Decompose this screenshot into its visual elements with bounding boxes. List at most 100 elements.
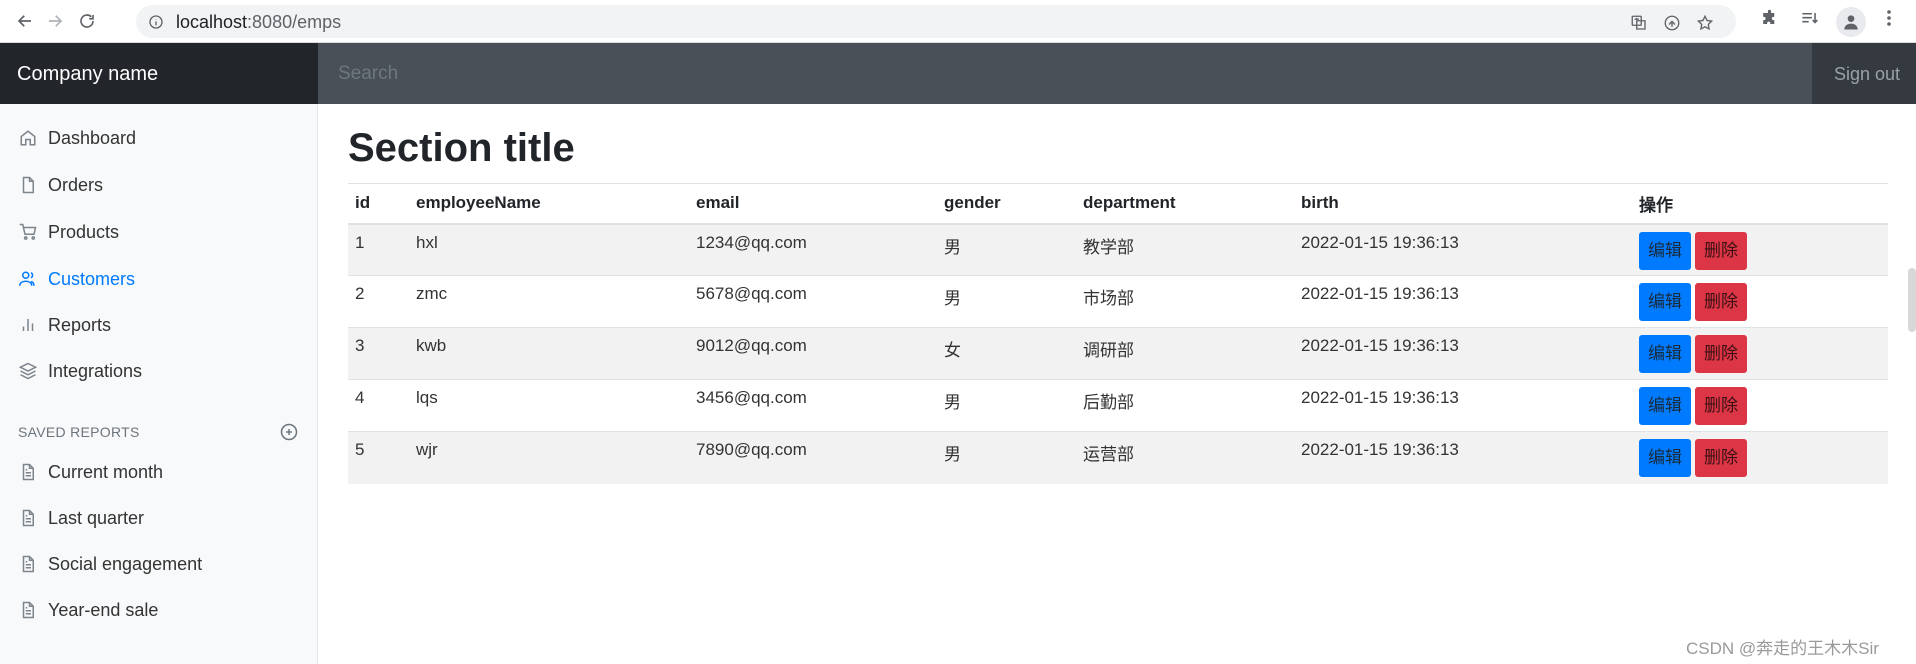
sidebar-item-reports[interactable]: Reports	[0, 305, 318, 345]
scrollbar-handle[interactable]	[1908, 268, 1916, 332]
browser-menu-icon[interactable]	[1886, 9, 1892, 32]
extensions-puzzle-icon[interactable]	[1760, 9, 1779, 33]
back-button[interactable]	[12, 8, 38, 34]
column-header-gender: gender	[937, 183, 1076, 225]
edit-button[interactable]: 编辑	[1639, 335, 1691, 373]
column-header-email: email	[689, 183, 937, 225]
saved-reports-heading: SAVED REPORTS	[18, 424, 140, 440]
cell-id: 1	[348, 223, 409, 276]
file-text-icon	[18, 508, 38, 528]
delete-button[interactable]: 删除	[1695, 387, 1747, 425]
cell-actions: 编辑 删除	[1632, 275, 1888, 328]
watermark: CSDN @奔走的王木木Sir	[1686, 639, 1879, 658]
arrow-right-icon	[49, 15, 63, 27]
column-header-actions: 操作	[1632, 183, 1888, 225]
cell-gender: 男	[937, 275, 1076, 328]
cell-birth: 2022-01-15 19:36:13	[1294, 327, 1632, 380]
sidebar-item-products[interactable]: Products	[0, 212, 318, 252]
address-bar[interactable]: localhost:8080/emps	[136, 5, 1736, 38]
sidebar-item-label: Dashboard	[48, 127, 137, 148]
cell-birth: 2022-01-15 19:36:13	[1294, 431, 1632, 484]
delete-button[interactable]: 删除	[1695, 283, 1747, 321]
sidebar-item-label: Current month	[48, 461, 164, 482]
edit-button[interactable]: 编辑	[1639, 439, 1691, 477]
cell-email: 3456@qq.com	[689, 379, 937, 432]
cell-gender: 男	[937, 431, 1076, 484]
add-report-button[interactable]	[278, 421, 300, 443]
page-title: Section title	[348, 126, 575, 170]
cell-id: 4	[348, 379, 409, 432]
cell-department: 后勤部	[1076, 379, 1294, 432]
sidebar-item-current-month[interactable]: Current month	[0, 452, 318, 492]
bar-chart-icon	[18, 315, 38, 335]
cell-gender: 女	[937, 327, 1076, 380]
table-row: 2 zmc 5678@qq.com 男 市场部 2022-01-15 19:36…	[348, 275, 1888, 328]
table-row: 5 wjr 7890@qq.com 男 运营部 2022-01-15 19:36…	[348, 431, 1888, 484]
sidebar-item-label: Year-end sale	[48, 599, 159, 620]
cell-email: 1234@qq.com	[689, 223, 937, 276]
brand-logo[interactable]: Company name	[0, 43, 318, 104]
sidebar-item-year-end-sale[interactable]: Year-end sale	[0, 590, 318, 630]
cell-birth: 2022-01-15 19:36:13	[1294, 275, 1632, 328]
sidebar-item-label: Customers	[48, 268, 136, 289]
reload-button[interactable]	[74, 8, 100, 34]
table-header-row: id employeeName email gender department …	[348, 183, 1888, 225]
layers-icon	[18, 361, 38, 381]
cell-email: 9012@qq.com	[689, 327, 937, 380]
top-navbar: Company name Sign out	[0, 43, 1916, 104]
reading-list-icon[interactable]	[1800, 9, 1819, 33]
sidebar-item-label: Reports	[48, 314, 112, 335]
cell-department: 市场部	[1076, 275, 1294, 328]
sidebar-item-customers[interactable]: Customers	[0, 259, 318, 299]
cell-birth: 2022-01-15 19:36:13	[1294, 223, 1632, 276]
cell-employee-name: wjr	[409, 431, 689, 484]
column-header-department: department	[1076, 183, 1294, 225]
cell-department: 调研部	[1076, 327, 1294, 380]
file-text-icon	[18, 554, 38, 574]
sidebar-item-label: Last quarter	[48, 507, 145, 528]
column-header-id: id	[348, 183, 409, 225]
sidebar-item-label: Integrations	[48, 360, 143, 381]
table-row: 4 lqs 3456@qq.com 男 后勤部 2022-01-15 19:36…	[348, 379, 1888, 432]
sidebar-item-label: Products	[48, 221, 120, 242]
table-row: 3 kwb 9012@qq.com 女 调研部 2022-01-15 19:36…	[348, 327, 1888, 380]
cell-department: 教学部	[1076, 223, 1294, 276]
edit-button[interactable]: 编辑	[1639, 387, 1691, 425]
sidebar-item-label: Orders	[48, 174, 104, 195]
browser-toolbar: localhost:8080/emps	[0, 0, 1916, 43]
site-info-icon[interactable]	[148, 14, 164, 35]
delete-button[interactable]: 删除	[1695, 335, 1747, 373]
edit-button[interactable]: 编辑	[1639, 283, 1691, 321]
delete-button[interactable]: 删除	[1695, 231, 1747, 270]
cell-gender: 男	[937, 223, 1076, 276]
sign-out-link[interactable]: Sign out	[1812, 43, 1916, 104]
shopping-cart-icon	[18, 222, 38, 242]
cell-email: 5678@qq.com	[689, 275, 937, 328]
cell-actions: 编辑 删除	[1632, 223, 1888, 276]
url-text: localhost:8080/emps	[176, 12, 342, 32]
cell-actions: 编辑 删除	[1632, 431, 1888, 484]
sidebar-item-last-quarter[interactable]: Last quarter	[0, 498, 318, 538]
sidebar-item-integrations[interactable]: Integrations	[0, 351, 318, 391]
cell-id: 2	[348, 275, 409, 328]
cell-employee-name: zmc	[409, 275, 689, 328]
file-text-icon	[18, 462, 38, 482]
reload-icon	[80, 14, 94, 28]
cell-employee-name: kwb	[409, 327, 689, 380]
translate-icon[interactable]	[1630, 14, 1648, 37]
sidebar-item-dashboard[interactable]: Dashboard	[0, 118, 318, 158]
users-icon	[18, 269, 38, 289]
cell-gender: 男	[937, 379, 1076, 432]
cell-birth: 2022-01-15 19:36:13	[1294, 379, 1632, 432]
sidebar-item-orders[interactable]: Orders	[0, 165, 318, 205]
profile-avatar-icon[interactable]	[1836, 7, 1866, 37]
sidebar-item-social-engagement[interactable]: Social engagement	[0, 544, 318, 584]
share-icon[interactable]	[1663, 14, 1681, 37]
search-input[interactable]	[318, 43, 1812, 104]
edit-button[interactable]: 编辑	[1639, 231, 1691, 270]
bookmark-star-icon[interactable]	[1696, 14, 1714, 37]
file-text-icon	[18, 600, 38, 620]
forward-button[interactable]	[42, 8, 68, 34]
delete-button[interactable]: 删除	[1695, 439, 1747, 477]
file-icon	[18, 175, 38, 195]
